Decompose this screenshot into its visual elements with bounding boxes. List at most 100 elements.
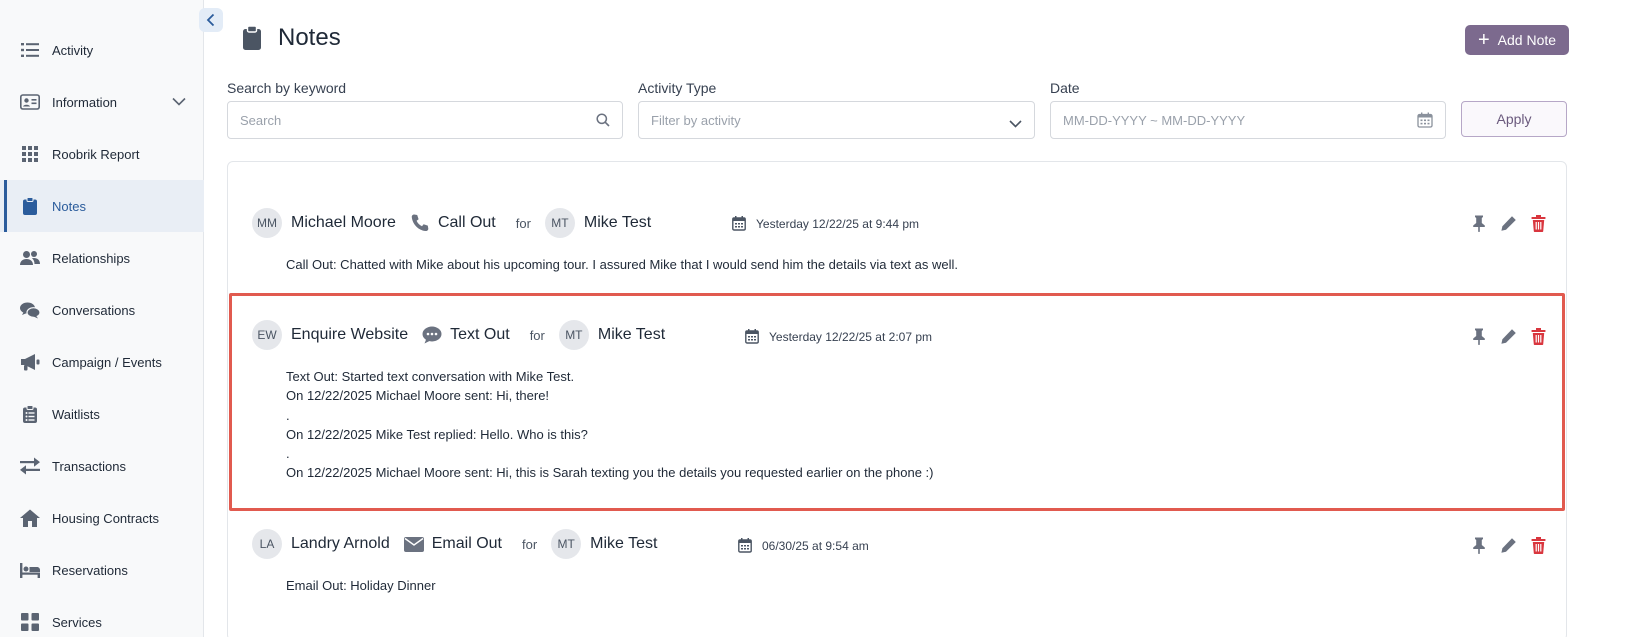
note-body: Call Out: Chatted with Mike about his up… — [286, 255, 958, 274]
notes-list: MM Michael Moore Call Out for MT Mike Te… — [227, 161, 1567, 637]
note-author[interactable]: Landry Arnold — [291, 535, 390, 553]
sidebar-item-relationships[interactable]: Relationships — [0, 232, 204, 284]
page-title: Notes — [278, 24, 341, 51]
sidebar-item-reservations[interactable]: Reservations — [0, 544, 204, 596]
note-target[interactable]: Mike Test — [598, 326, 665, 344]
sidebar-item-label: Services — [52, 614, 102, 630]
date-range-input[interactable]: MM-DD-YYYY ~ MM-DD-YYYY — [1050, 101, 1446, 139]
chat-bubble-icon — [422, 326, 442, 344]
activity-type-label: Activity Type — [638, 80, 717, 96]
delete-icon[interactable] — [1531, 215, 1546, 232]
pin-icon[interactable] — [1472, 328, 1486, 345]
sidebar-item-waitlists[interactable]: Waitlists — [0, 388, 204, 440]
calendar-icon — [732, 216, 746, 231]
chevron-down-icon[interactable] — [172, 94, 186, 109]
add-note-label: Add Note — [1497, 32, 1557, 48]
sidebar-item-label: Transactions — [52, 458, 126, 474]
chevron-down-icon — [1009, 116, 1022, 131]
avatar: MT — [551, 529, 582, 559]
note-date: Yesterday 12/22/25 at 2:07 pm — [745, 329, 932, 344]
delete-icon[interactable] — [1531, 328, 1546, 345]
chevron-left-icon — [206, 13, 216, 27]
sidebar-item-conversations[interactable]: Conversations — [0, 284, 204, 336]
sidebar-collapse-button[interactable] — [199, 8, 223, 32]
apps-icon — [20, 612, 40, 632]
note-line: Call Out: Chatted with Mike about his up… — [286, 257, 958, 272]
add-note-button[interactable]: + Add Note — [1465, 25, 1569, 55]
for-label: for — [529, 327, 545, 343]
apply-button[interactable]: Apply — [1461, 101, 1567, 137]
note-body: Text Out: Started text conversation with… — [286, 367, 934, 483]
avatar: LA — [252, 529, 282, 559]
people-icon — [20, 248, 40, 268]
note-date-text: Yesterday 12/22/25 at 2:07 pm — [769, 329, 933, 344]
note-date-text: Yesterday 12/22/25 at 9:44 pm — [756, 216, 920, 231]
edit-icon[interactable] — [1500, 328, 1517, 345]
home-icon — [20, 508, 40, 528]
sidebar-item-label: Conversations — [52, 302, 136, 318]
edit-icon[interactable] — [1500, 215, 1517, 232]
search-placeholder: Search — [240, 112, 282, 128]
delete-icon[interactable] — [1531, 537, 1546, 554]
note-activity-type: Email Out — [431, 535, 502, 552]
sidebar-item-label: Relationships — [52, 250, 131, 266]
sidebar: Activity Information Roobrik Report Note… — [0, 0, 204, 637]
sidebar-item-label: Campaign / Events — [52, 354, 162, 370]
edit-icon[interactable] — [1500, 537, 1517, 554]
note-target[interactable]: Mike Test — [590, 535, 657, 553]
sidebar-nav: Activity Information Roobrik Report Note… — [0, 24, 204, 637]
keyword-label: Search by keyword — [227, 80, 347, 96]
sidebar-item-services[interactable]: Services — [0, 596, 204, 637]
search-input[interactable]: Search — [227, 101, 623, 139]
note-author[interactable]: Michael Moore — [291, 214, 396, 232]
note-header: MM Michael Moore Call Out for MT Mike Te… — [252, 208, 651, 238]
note-line: Text Out: Started text conversation with… — [286, 369, 575, 384]
calendar-icon — [738, 538, 752, 553]
clipboard-icon — [242, 25, 262, 51]
plus-icon: + — [1477, 29, 1490, 51]
sidebar-item-campaign-events[interactable]: Campaign / Events — [0, 336, 204, 388]
activity-placeholder: Filter by activity — [651, 112, 741, 128]
sidebar-item-housing-contracts[interactable]: Housing Contracts — [0, 492, 204, 544]
note-activity-type: Text Out — [450, 326, 510, 343]
chat-icon — [20, 300, 40, 320]
phone-icon — [410, 213, 430, 233]
search-icon[interactable] — [596, 113, 610, 130]
activity-type-select[interactable]: Filter by activity — [638, 101, 1035, 139]
note-target[interactable]: Mike Test — [584, 214, 651, 232]
note-actions — [1458, 537, 1546, 554]
note-actions — [1458, 328, 1546, 345]
date-label: Date — [1050, 80, 1080, 96]
avatar: MT — [558, 320, 589, 350]
pin-icon[interactable] — [1472, 215, 1486, 232]
date-placeholder: MM-DD-YYYY ~ MM-DD-YYYY — [1063, 112, 1246, 128]
sidebar-item-transactions[interactable]: Transactions — [0, 440, 204, 492]
main-content: Notes + Add Note Search by keyword Searc… — [204, 0, 1629, 637]
page-header: Notes — [242, 24, 341, 52]
calendar-icon[interactable] — [1417, 112, 1433, 131]
avatar: MT — [544, 208, 575, 238]
clipboard-list-icon — [20, 404, 40, 424]
note-author[interactable]: Enquire Website — [291, 326, 408, 344]
sidebar-item-roobrik-report[interactable]: Roobrik Report — [0, 128, 204, 180]
note-header: EW Enquire Website Text Out for MT Mike … — [252, 320, 665, 350]
pin-icon[interactable] — [1472, 537, 1486, 554]
list-icon — [20, 40, 40, 60]
note-line: . — [286, 446, 290, 462]
calendar-icon — [745, 329, 759, 344]
note-date: 06/30/25 at 9:54 am — [738, 538, 869, 553]
sidebar-item-label: Reservations — [52, 562, 128, 578]
sidebar-item-label: Activity — [52, 42, 94, 58]
sidebar-item-information[interactable]: Information — [0, 76, 204, 128]
note-header: LA Landry Arnold Email Out for MT Mike T… — [252, 529, 657, 559]
sidebar-item-activity[interactable]: Activity — [0, 24, 204, 76]
bed-icon — [20, 560, 40, 580]
note-date-text: 06/30/25 at 9:54 am — [762, 538, 869, 553]
note-body: Email Out: Holiday Dinner — [286, 576, 436, 595]
megaphone-icon — [20, 352, 40, 372]
note-activity-type: Call Out — [437, 214, 496, 231]
note-line: Email Out: Holiday Dinner — [286, 578, 436, 593]
note-line: . — [286, 407, 290, 423]
sidebar-item-label: Notes — [52, 198, 86, 214]
sidebar-item-notes[interactable]: Notes — [0, 180, 204, 232]
